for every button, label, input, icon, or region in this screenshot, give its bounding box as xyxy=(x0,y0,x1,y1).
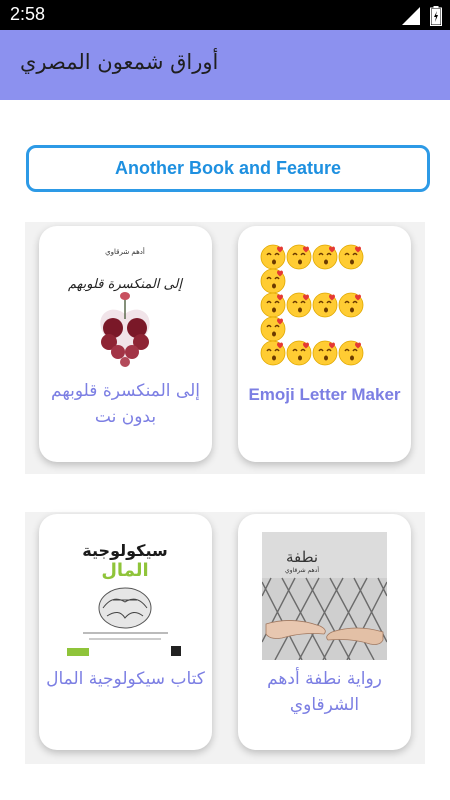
cards-row-1: أدهم شرقاوي إلى المنكسرة قلوبهم إلى المن… xyxy=(25,222,425,474)
cards-row-2: سيكولوجية المال كتاب سيكولوجية المال نطف… xyxy=(25,512,425,764)
cover-title-top: سيكولوجية xyxy=(82,541,167,560)
battery-icon xyxy=(430,6,442,26)
brain-maze-icon xyxy=(98,587,152,629)
status-icons xyxy=(402,6,442,26)
book-card-label: كتاب سيكولوجية المال xyxy=(46,669,205,689)
status-time: 2:58 xyxy=(10,4,46,24)
cover-title: نطفة xyxy=(286,548,318,566)
app-card-label: Emoji Letter Maker xyxy=(248,385,401,404)
status-bar: 2:58 xyxy=(0,0,450,30)
cover-author: أدهم شرقاوي xyxy=(285,566,319,574)
book-card-broken-hearts[interactable]: أدهم شرقاوي إلى المنكسرة قلوبهم إلى المن… xyxy=(39,226,212,462)
signal-icon xyxy=(402,7,420,25)
app-bar: أوراق شمعون المصري xyxy=(0,30,450,100)
book-card-psychology-of-money[interactable]: سيكولوجية المال كتاب سيكولوجية المال xyxy=(39,514,212,750)
cover-author: أدهم شرقاوي xyxy=(105,247,145,256)
book-card-nutfa-novel[interactable]: نطفة أدهم شرقاوي رواية نطفة أدهم الشرقاو… xyxy=(238,514,411,750)
another-book-feature-button[interactable]: Another Book and Feature xyxy=(26,145,430,192)
book-cover-image: نطفة أدهم شرقاوي xyxy=(261,532,388,661)
book-card-label: إلى المنكسرة قلوبهم بدون نت xyxy=(51,381,200,427)
app-card-emoji-letter-maker[interactable]: Emoji Letter Maker xyxy=(238,226,411,462)
emoji-letter-e-image xyxy=(260,244,390,374)
cover-title-bottom: المال xyxy=(101,560,148,581)
cover-title: إلى المنكسرة قلوبهم xyxy=(68,277,183,292)
book-card-label: رواية نطفة أدهم الشرقاوي xyxy=(267,669,382,715)
book-cover-image: أدهم شرقاوي إلى المنكسرة قلوبهم xyxy=(63,244,188,372)
app-title: أوراق شمعون المصري xyxy=(20,50,219,74)
book-cover-image: سيكولوجية المال xyxy=(63,532,188,660)
